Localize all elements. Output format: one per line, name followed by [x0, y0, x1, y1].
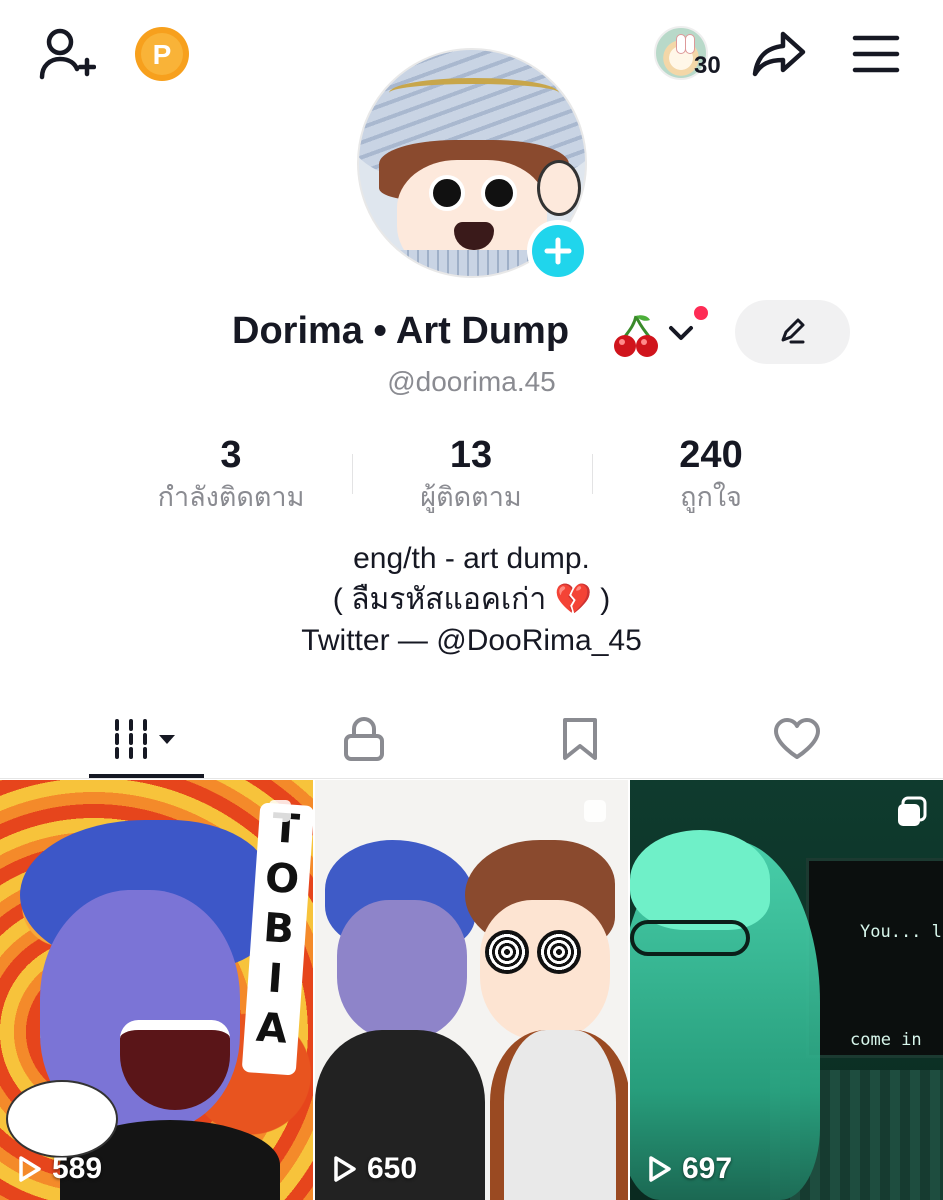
video-grid: T O B I A 589 650 You... lo come in 697	[0, 780, 943, 1200]
video-thumbnail[interactable]: T O B I A 589	[0, 780, 313, 1200]
profile-avatar[interactable]	[357, 48, 589, 282]
following-stat[interactable]: 3 กำลังติดตาม	[111, 432, 351, 514]
menu-icon[interactable]	[848, 26, 904, 82]
multi-image-icon	[584, 800, 606, 822]
content-tabs	[0, 700, 943, 780]
bio-line: Twitter — @DooRima_45	[301, 624, 642, 657]
view-count: 650	[329, 1152, 417, 1186]
add-friend-icon[interactable]	[36, 26, 98, 82]
profile-visitors-button[interactable]: 30	[654, 24, 730, 82]
username-handle: @doorima.45	[387, 366, 556, 397]
view-count: 589	[14, 1152, 102, 1186]
tab-videos[interactable]	[29, 700, 264, 778]
play-icon	[649, 1156, 671, 1182]
tab-private[interactable]	[246, 700, 481, 778]
coin-icon[interactable]: P	[134, 26, 190, 82]
multi-image-icon	[898, 796, 927, 826]
following-count: 3	[220, 434, 242, 476]
tab-liked[interactable]	[679, 700, 914, 778]
following-label: กำลังติดตาม	[157, 482, 305, 512]
multi-image-icon	[269, 800, 291, 822]
play-icon	[334, 1156, 356, 1182]
bookmark-icon	[562, 718, 597, 760]
share-icon[interactable]	[748, 26, 810, 82]
tab-favorites[interactable]	[462, 700, 697, 778]
heart-icon	[773, 718, 820, 759]
likes-stat[interactable]: 240 ถูกใจ	[591, 432, 831, 514]
video-thumbnail[interactable]: You... lo come in 697	[630, 780, 943, 1200]
edit-profile-button[interactable]	[735, 300, 850, 364]
followers-label: ผู้ติดตาม	[420, 482, 522, 512]
pencil-icon	[781, 318, 804, 344]
notification-dot	[692, 304, 710, 322]
profile-name-row: Dorima • Art Dump	[0, 300, 943, 370]
artwork-title-letters: T O B I A	[241, 802, 313, 1076]
video-thumbnail[interactable]: 650	[315, 780, 628, 1200]
account-switch-chevron-icon[interactable]	[666, 318, 696, 348]
followers-count: 13	[449, 434, 493, 476]
view-count-value: 697	[682, 1152, 733, 1185]
artwork-image: You... lo come in	[630, 780, 943, 1200]
artwork-image	[315, 780, 628, 1200]
artwork-screen-text: come in	[850, 1030, 922, 1050]
display-name: Dorima • Art Dump	[232, 310, 570, 352]
lock-icon	[343, 717, 384, 761]
likes-label: ถูกใจ	[680, 482, 742, 512]
cherry-icon	[612, 312, 660, 360]
tabs-divider	[0, 778, 943, 779]
artwork-screen-text: You... lo	[860, 922, 943, 942]
view-count-value: 650	[367, 1152, 418, 1185]
bio-line: eng/th - art dump.	[353, 542, 590, 575]
artwork-image: T O B I A	[0, 780, 313, 1200]
view-count: 697	[644, 1152, 732, 1186]
play-icon	[19, 1156, 41, 1182]
svg-text:P: P	[153, 39, 172, 70]
followers-stat[interactable]: 13 ผู้ติดตาม	[351, 432, 591, 514]
videos-grid-icon	[114, 719, 175, 759]
visitor-count: 30	[694, 52, 721, 79]
profile-stats: 3 กำลังติดตาม 13 ผู้ติดตาม 240 ถูกใจ	[0, 432, 943, 522]
view-count-value: 589	[52, 1152, 103, 1185]
bio-line: ( ลืมรหัสแอคเก่า 💔 )	[332, 583, 611, 616]
add-story-plus-icon[interactable]	[527, 220, 589, 282]
likes-count: 240	[679, 434, 743, 476]
profile-bio: eng/th - art dump. ( ลืมรหัสแอคเก่า 💔 ) …	[0, 538, 943, 661]
